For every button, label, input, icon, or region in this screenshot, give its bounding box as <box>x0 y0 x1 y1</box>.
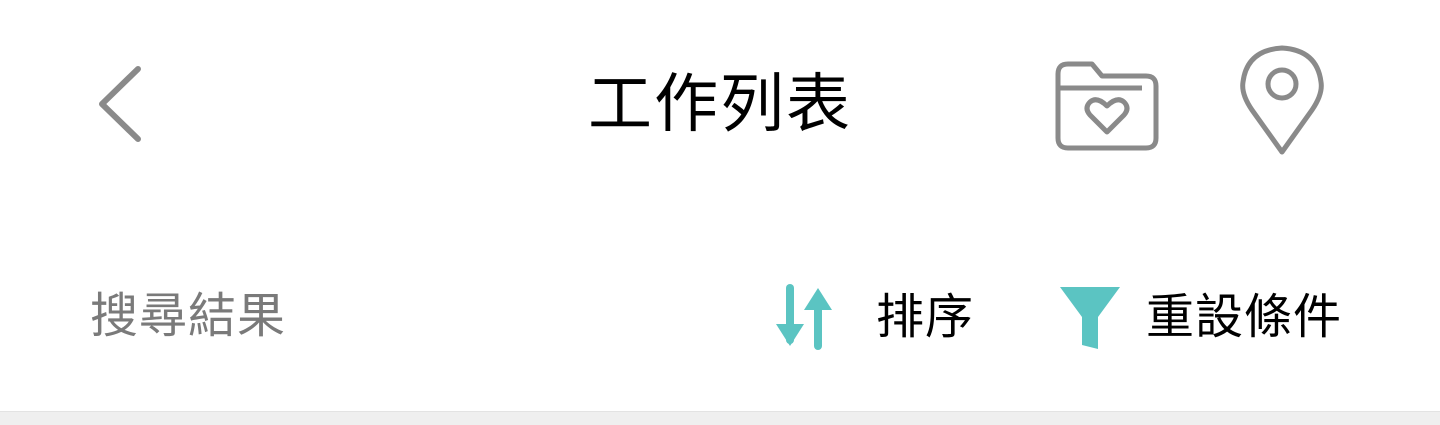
location-pin-icon <box>1237 42 1327 162</box>
app-header: 工作列表 <box>0 0 1440 210</box>
search-result-label: 搜尋結果 <box>90 288 287 344</box>
page-title: 工作列表 <box>588 68 852 142</box>
favorites-button[interactable] <box>1044 48 1168 160</box>
sort-button[interactable]: 排序 <box>768 274 974 360</box>
sort-arrows-icon <box>768 281 840 353</box>
sort-label: 排序 <box>876 289 975 345</box>
location-button[interactable] <box>1232 40 1332 164</box>
section-divider <box>0 411 1440 425</box>
filter-icon <box>1052 279 1128 355</box>
reset-label: 重設條件 <box>1146 289 1343 345</box>
reset-filter-button[interactable]: 重設條件 <box>1052 274 1342 360</box>
heart-folder-icon <box>1050 52 1162 156</box>
result-toolbar: 搜尋結果 排序 重設條件 <box>0 250 1440 390</box>
